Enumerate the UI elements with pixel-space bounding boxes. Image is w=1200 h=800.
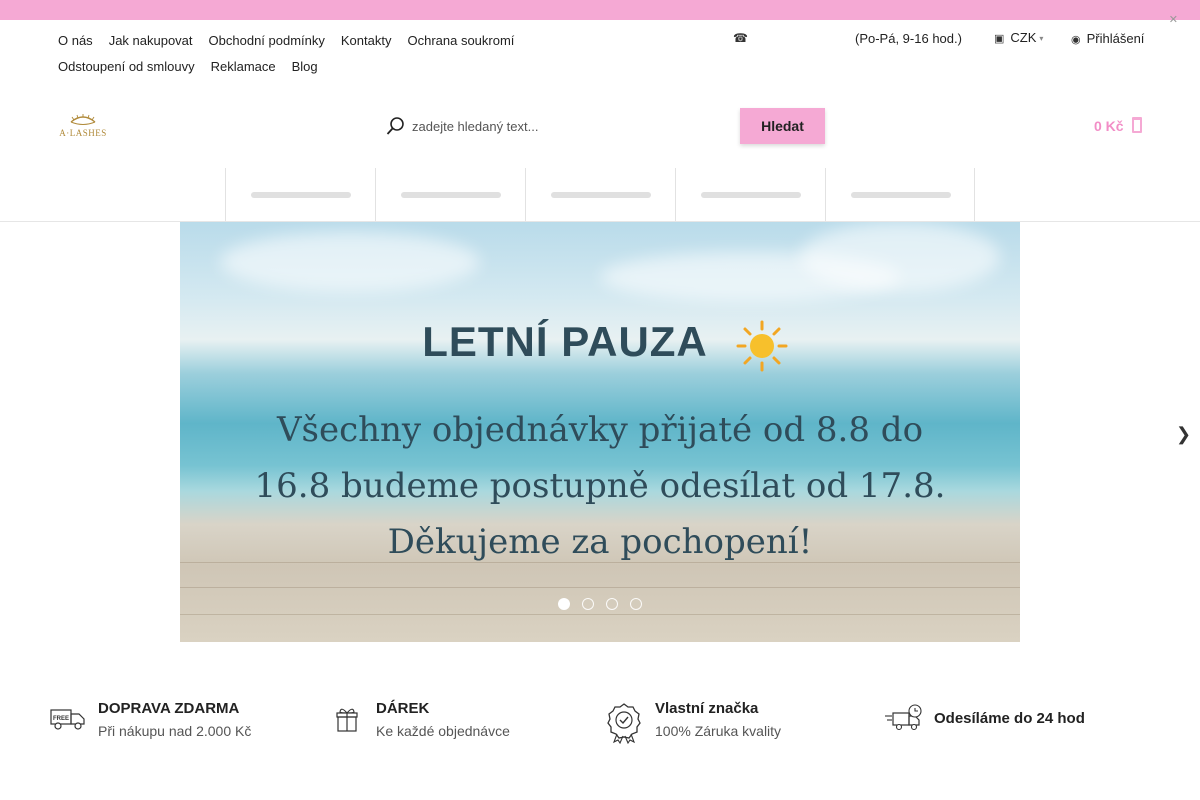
feature-strip: FREE DOPRAVA ZDARMA Při nákupu nad 2.000… bbox=[0, 690, 1200, 760]
carousel-dot-2[interactable] bbox=[582, 598, 594, 610]
link-ochrana-soukromi[interactable]: Ochrana soukromí bbox=[407, 28, 514, 54]
nav-loading-bar bbox=[551, 192, 651, 198]
banner-line: Všechny objednávky přijaté od 8.8 do bbox=[276, 410, 924, 450]
currency-label: CZK bbox=[1010, 30, 1037, 45]
feature-own-brand: Vlastní značka 100% Záruka kvality bbox=[607, 690, 827, 750]
link-odstoupeni-od-smlouvy[interactable]: Odstoupení od smlouvy bbox=[58, 54, 195, 80]
free-delivery-truck-icon: FREE bbox=[50, 709, 85, 730]
feature-subtitle: 100% Záruka kvality bbox=[655, 723, 782, 739]
banner-title-text: LETNÍ PAUZA bbox=[422, 318, 708, 365]
link-blog[interactable]: Blog bbox=[292, 54, 318, 80]
gift-icon bbox=[336, 708, 358, 732]
chevron-down-icon: ▾ bbox=[1039, 34, 1044, 44]
cart-total[interactable]: 0 Kč bbox=[1094, 118, 1124, 134]
search-icon[interactable] bbox=[386, 116, 406, 136]
top-promo-bar bbox=[0, 0, 1200, 20]
logo-eye-icon bbox=[70, 114, 96, 125]
nav-item-placeholder[interactable] bbox=[225, 168, 375, 221]
banner-message: Všechny objednávky přijaté od 8.8 do 16.… bbox=[180, 402, 1020, 570]
header-links: O nás Jak nakupovat Obchodní podmínky Konta… bbox=[58, 28, 578, 80]
link-reklamace[interactable]: Reklamace bbox=[211, 54, 276, 80]
header-links-row-1: O nás Jak nakupovat Obchodní podmínky Konta… bbox=[58, 28, 578, 54]
feature-subtitle: Ke každé objednávce bbox=[376, 723, 510, 739]
opening-hours: (Po-Pá, 9-16 hod.) bbox=[855, 31, 962, 46]
user-icon: ◉ bbox=[1071, 34, 1081, 46]
sun-icon bbox=[736, 320, 788, 372]
main-navigation bbox=[225, 168, 975, 221]
banner-deck-line bbox=[180, 614, 1020, 615]
nav-loading-bar bbox=[251, 192, 351, 198]
carousel-dots bbox=[558, 598, 654, 610]
feature-title: DÁREK bbox=[376, 700, 430, 717]
banner-cloud bbox=[800, 222, 1000, 292]
quality-badge-icon bbox=[607, 703, 641, 744]
link-o-nas[interactable]: O nás bbox=[58, 28, 93, 54]
currency-icon: ▣ bbox=[994, 33, 1005, 45]
link-obchodni-podminky[interactable]: Obchodní podmínky bbox=[209, 28, 325, 54]
hero-banner[interactable]: LETNÍ PAUZA Všechny objednávky přijaté o… bbox=[180, 222, 1020, 642]
svg-text:FREE: FREE bbox=[53, 716, 69, 722]
carousel-dot-1[interactable] bbox=[558, 598, 570, 610]
nav-item-placeholder[interactable] bbox=[525, 168, 675, 221]
feature-gift: DÁREK Ke každé objednávce bbox=[336, 690, 556, 750]
carousel-next-arrow-icon[interactable]: ❯ bbox=[1176, 424, 1191, 445]
feature-title: DOPRAVA ZDARMA bbox=[98, 700, 240, 717]
banner-deck-line bbox=[180, 587, 1020, 588]
currency-selector[interactable]: ▣ CZK ▾ bbox=[994, 30, 1043, 45]
cart-icon[interactable] bbox=[1132, 117, 1142, 133]
feature-title: Odesíláme do 24 hod bbox=[934, 710, 1085, 727]
carousel-dot-4[interactable] bbox=[630, 598, 642, 610]
nav-item-placeholder[interactable] bbox=[375, 168, 525, 221]
nav-loading-bar bbox=[851, 192, 951, 198]
banner-line: 16.8 budeme postupně odesílat od 17.8. bbox=[254, 466, 946, 506]
fast-delivery-icon bbox=[885, 704, 922, 731]
logo-text: A·LASHES bbox=[59, 128, 107, 138]
feature-free-delivery: FREE DOPRAVA ZDARMA Při nákupu nad 2.000… bbox=[50, 690, 310, 750]
phone-icon[interactable]: ☎ bbox=[733, 31, 748, 45]
nav-item-placeholder[interactable] bbox=[675, 168, 825, 221]
nav-item-placeholder[interactable] bbox=[825, 168, 975, 221]
feature-subtitle: Při nákupu nad 2.000 Kč bbox=[98, 723, 252, 739]
feature-title: Vlastní značka bbox=[655, 700, 759, 717]
logo[interactable]: A·LASHES bbox=[58, 108, 108, 140]
search-input[interactable] bbox=[412, 112, 732, 140]
banner-title: LETNÍ PAUZA bbox=[180, 318, 1020, 366]
nav-loading-bar bbox=[701, 192, 801, 198]
banner-cloud bbox=[220, 232, 480, 292]
header-links-row-2: Odstoupení od smlouvy Reklamace Blog bbox=[58, 54, 578, 80]
search-button[interactable]: Hledat bbox=[740, 108, 825, 144]
login-label: Přihlášení bbox=[1086, 31, 1145, 46]
feature-dispatch-24h: Odesíláme do 24 hod bbox=[885, 690, 1135, 750]
carousel-dot-3[interactable] bbox=[606, 598, 618, 610]
close-icon[interactable]: ✕ bbox=[1169, 13, 1178, 26]
link-jak-nakupovat[interactable]: Jak nakupovat bbox=[109, 28, 193, 54]
login-link[interactable]: ◉ Přihlášení bbox=[1071, 31, 1144, 46]
banner-line: Děkujeme za pochopení! bbox=[387, 522, 813, 562]
link-kontakty[interactable]: Kontakty bbox=[341, 28, 392, 54]
nav-loading-bar bbox=[401, 192, 501, 198]
